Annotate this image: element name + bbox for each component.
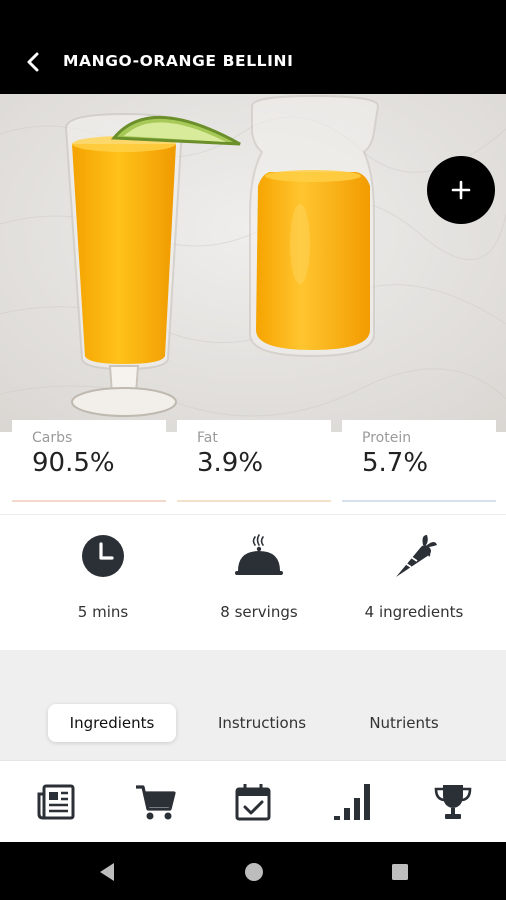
serving-dish-icon: [235, 534, 283, 575]
plus-icon: [451, 180, 471, 200]
carbs-value: 90.5%: [32, 448, 115, 478]
recipe-photo-image: [0, 94, 506, 432]
back-button[interactable]: [18, 46, 50, 78]
recents-square-icon: [392, 864, 408, 880]
prep-time-stat: 5 mins: [19, 515, 187, 651]
tab-ingredients[interactable]: Ingredients: [48, 704, 176, 742]
protein-label: Protein: [362, 430, 412, 446]
system-navigation-bar: [0, 842, 506, 900]
app-bar: MANGO-ORANGE BELLINI: [0, 0, 506, 94]
nav-shopping[interactable]: [130, 779, 180, 825]
carbs-label: Carbs: [32, 430, 73, 446]
servings-label: 8 servings: [220, 603, 298, 621]
carrot-icon: [396, 535, 437, 577]
fat-value: 3.9%: [197, 448, 264, 478]
ingredients-stat: 4 ingredients: [330, 515, 498, 651]
nav-achievements[interactable]: [428, 779, 478, 825]
calendar-check-icon: [235, 784, 271, 821]
page-title: MANGO-ORANGE BELLINI: [63, 52, 294, 70]
carbs-card: Carbs 90.5%: [12, 420, 166, 502]
macro-breakdown: Carbs 90.5% Fat 3.9% Protein 5.7%: [0, 420, 506, 514]
newspaper-icon: [37, 784, 75, 820]
system-back-button[interactable]: [96, 861, 118, 883]
protein-value: 5.7%: [362, 448, 429, 478]
fat-label: Fat: [197, 430, 218, 446]
recipe-photo: [0, 94, 506, 432]
servings-stat: 8 servings: [175, 515, 343, 651]
nav-feed[interactable]: [31, 779, 81, 825]
system-recents-button[interactable]: [389, 861, 411, 883]
cart-icon: [136, 785, 176, 820]
prep-time-label: 5 mins: [77, 603, 129, 621]
fat-card: Fat 3.9%: [177, 420, 331, 502]
nav-meal-plan[interactable]: [228, 779, 278, 825]
chevron-left-icon: [27, 52, 39, 72]
ingredients-count-label: 4 ingredients: [364, 603, 464, 621]
clock-icon: [82, 535, 124, 577]
bottom-navigation: [0, 760, 506, 842]
home-circle-icon: [245, 863, 263, 881]
add-button[interactable]: [427, 156, 495, 224]
tab-nutrients[interactable]: Nutrients: [344, 704, 464, 742]
back-triangle-icon: [100, 863, 114, 881]
system-home-button[interactable]: [243, 861, 265, 883]
bar-chart-icon: [334, 784, 370, 820]
nav-progress[interactable]: [328, 779, 378, 825]
trophy-icon: [434, 785, 472, 819]
recipe-stats: 5 mins 8 servings 4 ingredients: [0, 514, 506, 650]
protein-card: Protein 5.7%: [342, 420, 496, 502]
tab-instructions[interactable]: Instructions: [197, 704, 327, 742]
